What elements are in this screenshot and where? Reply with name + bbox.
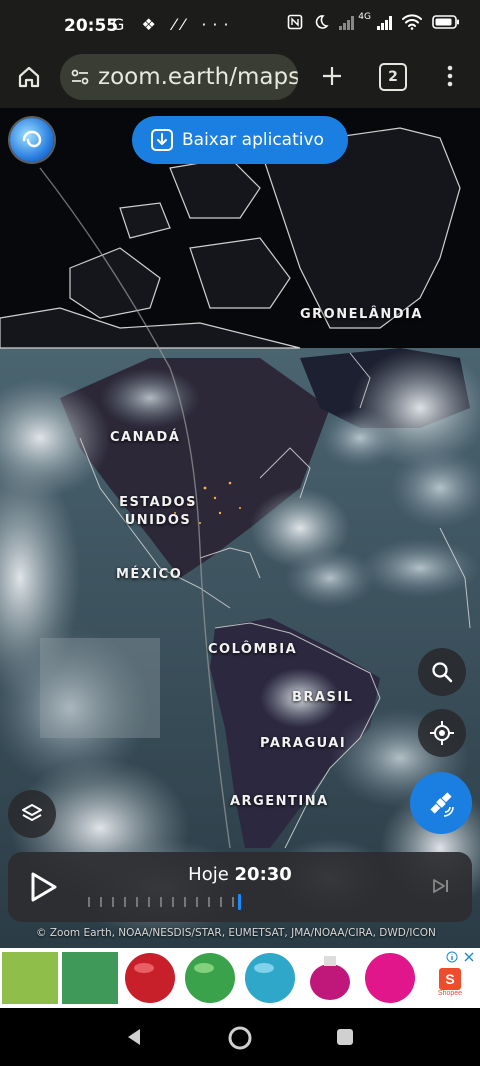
notification-icons: G ❖ ⁄⁄ ··· (112, 15, 235, 34)
home-icon (18, 66, 40, 88)
browser-toolbar: zoom.earth/maps 2 (0, 52, 480, 108)
ad-product-7[interactable] (362, 952, 418, 1004)
skip-end-icon (433, 879, 448, 893)
locate-button[interactable] (418, 709, 466, 757)
plus-icon (323, 67, 341, 85)
timeline-label: Hoje 20:30 (8, 864, 472, 885)
search-button[interactable] (418, 648, 466, 696)
nfc-icon (287, 14, 303, 30)
map-attribution[interactable]: © Zoom Earth, NOAA/NESDIS/STAR, EUMETSAT… (36, 927, 436, 939)
status-right-icons: 4G (287, 12, 460, 30)
timeline-player: Hoje 20:30 (8, 852, 472, 922)
ad-shopee-logo[interactable]: S Shopee (432, 968, 468, 1004)
moon-icon (316, 15, 329, 29)
swirl-icon (22, 130, 42, 148)
ad-product-6[interactable] (302, 952, 358, 1004)
status-bar: 20:55 G ❖ ⁄⁄ ··· 4G (0, 0, 480, 52)
ad-close-icon[interactable] (463, 951, 475, 963)
home-button[interactable] (12, 60, 46, 94)
battery-icon (432, 15, 459, 29)
satellite-icon (430, 792, 454, 817)
more-vertical-icon (447, 65, 453, 87)
layers-button[interactable] (8, 790, 56, 838)
zoom-earth-logo[interactable] (10, 118, 54, 162)
signal-icon-2 (377, 14, 392, 30)
label-usa: ESTADOS UNIDOS (119, 495, 197, 528)
download-icon (151, 129, 173, 151)
tab-switcher-button[interactable]: 2 (379, 63, 407, 91)
signal-icon (339, 14, 355, 30)
network-type: 4G (358, 12, 371, 22)
back-icon[interactable] (124, 1027, 144, 1047)
skip-to-end-button[interactable] (432, 878, 450, 899)
label-colombia: COLÔMBIA (208, 642, 298, 657)
timeline-day: Hoje (188, 864, 229, 885)
layers-icon (22, 804, 42, 821)
label-canada: CANADÁ (110, 430, 181, 445)
locate-icon (430, 721, 454, 745)
label-mexico: MÉXICO (116, 567, 183, 582)
tab-count: 2 (388, 69, 398, 85)
ad-product-5[interactable] (242, 952, 298, 1004)
status-time: 20:55 (64, 16, 119, 36)
ad-brand-label: Shopee (437, 990, 463, 997)
home-circle-icon[interactable] (227, 1025, 253, 1051)
ad-banner[interactable]: S Shopee (0, 948, 480, 1008)
label-argentina: ARGENTINA (230, 794, 329, 809)
wifi-icon (402, 14, 422, 30)
ad-product-1[interactable] (2, 952, 58, 1004)
label-paraguay: PARAGUAI (260, 736, 347, 751)
ad-product-4[interactable] (182, 952, 238, 1004)
ad-product-3[interactable] (122, 952, 178, 1004)
ad-product-2[interactable] (62, 952, 118, 1004)
system-nav-bar (0, 1008, 480, 1066)
recents-icon[interactable] (336, 1028, 354, 1046)
label-greenland: GRONELÂNDIA (300, 307, 423, 322)
download-app-button[interactable]: Baixar aplicativo (132, 116, 348, 164)
new-tab-button[interactable] (316, 60, 348, 92)
address-bar[interactable]: zoom.earth/maps (60, 54, 298, 100)
satellite-map[interactable]: Baixar aplicativo GRONELÂNDIA CANADÁ EST… (0, 108, 480, 948)
download-app-label: Baixar aplicativo (182, 130, 324, 150)
label-brazil: BRASIL (292, 690, 354, 705)
ad-info-icon[interactable] (446, 951, 458, 963)
url-text: zoom.earth/maps (98, 64, 298, 90)
search-icon (432, 662, 453, 683)
browser-menu-button[interactable] (438, 60, 462, 92)
site-settings-icon[interactable] (70, 67, 90, 87)
timeline-cursor[interactable] (238, 894, 241, 910)
satellite-imagery (0, 108, 480, 948)
satellite-button[interactable] (410, 772, 472, 834)
timeline-time: 20:30 (234, 864, 292, 885)
